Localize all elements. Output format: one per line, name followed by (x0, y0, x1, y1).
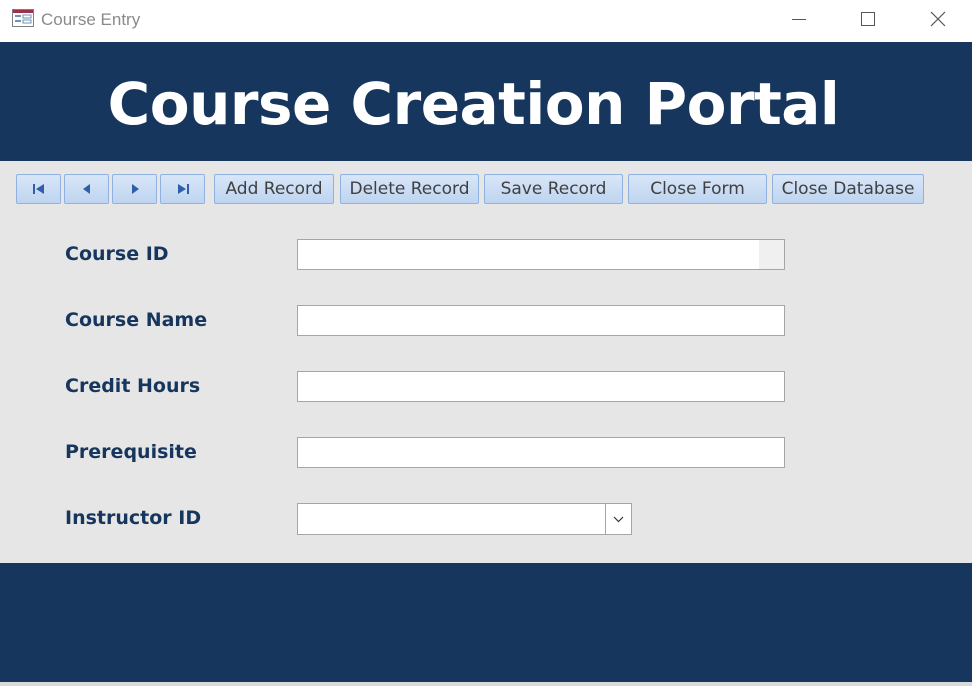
course-id-scroll-area (759, 240, 784, 269)
minimize-icon (792, 19, 806, 20)
course-id-field[interactable] (297, 239, 785, 270)
save-record-button[interactable]: Save Record (484, 174, 623, 204)
form-icon (12, 9, 34, 27)
previous-record-icon (82, 184, 90, 194)
page-title: Course Creation Portal (107, 70, 840, 138)
instructor-id-label: Instructor ID (65, 507, 202, 529)
credit-hours-label: Credit Hours (65, 375, 201, 397)
previous-record-button[interactable] (64, 174, 109, 204)
window-titlebar: Course Entry (0, 0, 972, 42)
chevron-down-icon (613, 516, 624, 522)
close-database-button[interactable]: Close Database (772, 174, 924, 204)
footer-banner (0, 563, 972, 682)
maximize-button[interactable] (845, 0, 891, 38)
close-form-button[interactable]: Close Form (628, 174, 767, 204)
last-record-button[interactable] (160, 174, 205, 204)
minimize-button[interactable] (776, 0, 822, 38)
add-record-button[interactable]: Add Record (214, 174, 334, 204)
header-banner: Course Creation Portal (0, 42, 972, 161)
window-bottom-border (0, 682, 972, 686)
form-body: Add Record Delete Record Save Record Clo… (0, 161, 972, 563)
prerequisite-label: Prerequisite (65, 441, 197, 463)
first-record-button[interactable] (16, 174, 61, 204)
next-record-icon (131, 184, 139, 194)
maximize-icon (861, 12, 875, 26)
delete-record-button[interactable]: Delete Record (340, 174, 479, 204)
first-record-icon (32, 184, 44, 194)
last-record-icon (177, 184, 189, 194)
window-title: Course Entry (41, 10, 141, 29)
course-name-field[interactable] (297, 305, 785, 336)
instructor-id-combobox[interactable] (297, 503, 632, 535)
prerequisite-field[interactable] (297, 437, 785, 468)
next-record-button[interactable] (112, 174, 157, 204)
instructor-id-dropdown-button[interactable] (605, 504, 631, 534)
course-id-label: Course ID (65, 243, 169, 265)
close-icon (930, 11, 946, 27)
course-name-label: Course Name (65, 309, 208, 331)
credit-hours-field[interactable] (297, 371, 785, 402)
close-window-button[interactable] (915, 0, 961, 38)
